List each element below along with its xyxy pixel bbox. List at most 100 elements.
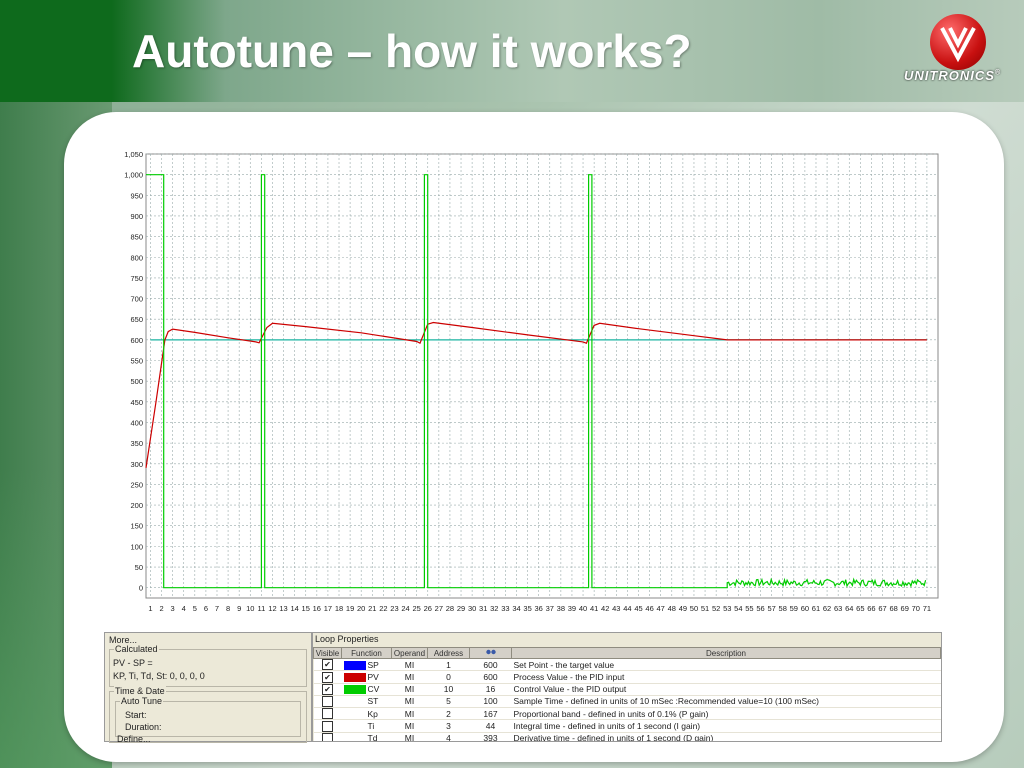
x-tick-label: 55 bbox=[745, 604, 753, 613]
y-tick-label: 500 bbox=[130, 377, 143, 386]
x-tick-label: 37 bbox=[546, 604, 554, 613]
x-tick-label: 10 bbox=[246, 604, 254, 613]
more-panel: More... Calculated PV - SP = KP, Ti, Td,… bbox=[104, 632, 312, 744]
col-address[interactable]: Address bbox=[427, 647, 470, 659]
series-color-swatch bbox=[344, 710, 366, 719]
col-function[interactable]: Function bbox=[341, 647, 392, 659]
y-tick-label: 950 bbox=[130, 191, 143, 200]
y-tick-label: 650 bbox=[130, 315, 143, 324]
function-cell: Kp bbox=[341, 707, 392, 721]
description-cell: Proportional band - defined in units of … bbox=[511, 707, 941, 721]
y-tick-label: 750 bbox=[130, 274, 143, 283]
y-tick-label: 400 bbox=[130, 418, 143, 427]
function-name: CV bbox=[367, 684, 380, 694]
address-cell[interactable]: 0 bbox=[427, 670, 470, 684]
x-tick-label: 53 bbox=[723, 604, 731, 613]
y-tick-label: 300 bbox=[130, 460, 143, 469]
loop-table-header: Visible Function Operand Address Descrip… bbox=[313, 647, 941, 659]
x-tick-label: 7 bbox=[215, 604, 219, 613]
x-tick-label: 5 bbox=[193, 604, 197, 613]
x-tick-label: 63 bbox=[834, 604, 842, 613]
x-tick-label: 20 bbox=[357, 604, 365, 613]
col-operand[interactable]: Operand bbox=[391, 647, 428, 659]
loop-properties-header: Loop Properties bbox=[315, 634, 379, 644]
x-tick-label: 43 bbox=[612, 604, 620, 613]
visible-checkbox[interactable]: ✔ bbox=[322, 683, 333, 695]
visible-checkbox[interactable] bbox=[322, 732, 333, 741]
define-label[interactable]: Define... bbox=[117, 734, 151, 744]
loop-table-row[interactable]: ✔ SP MI 1 600 Set Point - the target value bbox=[313, 658, 941, 672]
visible-checkbox[interactable]: ✔ bbox=[322, 659, 333, 670]
visible-checkbox[interactable] bbox=[322, 720, 333, 731]
y-tick-label: 150 bbox=[130, 522, 143, 531]
logo-text: UNITRONICS® bbox=[904, 68, 1002, 83]
visible-checkbox[interactable]: ✔ bbox=[322, 671, 333, 682]
loop-table-row[interactable]: ✔ PV MI 0 600 Process Value - the PID input bbox=[313, 670, 941, 684]
pid-trend-chart: 0501001502002503003504004505005506006507… bbox=[118, 136, 940, 626]
x-tick-label: 57 bbox=[767, 604, 775, 613]
loop-table-row[interactable]: Kp MI 2 167 Proportional band - defined in u… bbox=[313, 707, 941, 721]
loop-table-row[interactable]: Td MI 4 393 Derivative time - defined in uni… bbox=[313, 732, 941, 741]
series-color-swatch bbox=[344, 722, 366, 731]
y-tick-label: 200 bbox=[130, 501, 143, 510]
address-cell[interactable]: 10 bbox=[427, 683, 470, 696]
loop-properties-table: Visible Function Operand Address Descrip… bbox=[313, 647, 941, 741]
calculated-group: Calculated bbox=[109, 644, 307, 687]
y-tick-label: 800 bbox=[130, 253, 143, 262]
description-cell: Set Point - the target value bbox=[511, 658, 941, 672]
y-tick-label: 600 bbox=[130, 336, 143, 345]
x-tick-label: 59 bbox=[790, 604, 798, 613]
loop-table-row[interactable]: ✔ CV MI 10 16 Control Value - the PID output bbox=[313, 683, 941, 696]
function-cell: PV bbox=[341, 670, 392, 684]
x-tick-label: 4 bbox=[182, 604, 186, 613]
loop-table-row[interactable]: ST MI 5 100 Sample Time - defined in units o… bbox=[313, 695, 941, 709]
x-tick-label: 46 bbox=[645, 604, 653, 613]
loop-properties-panel: Loop Properties Visible Function Operand… bbox=[312, 632, 942, 742]
address-cell[interactable]: 1 bbox=[427, 658, 470, 672]
y-tick-label: 0 bbox=[139, 584, 143, 593]
x-tick-label: 65 bbox=[856, 604, 864, 613]
value-cell: 600 bbox=[469, 670, 512, 684]
y-tick-label: 700 bbox=[130, 295, 143, 304]
col-visible[interactable]: Visible bbox=[313, 647, 342, 659]
col-description[interactable]: Description bbox=[511, 647, 941, 659]
series-color-swatch bbox=[344, 734, 366, 741]
visible-checkbox[interactable] bbox=[322, 696, 333, 707]
title-green-block bbox=[0, 0, 112, 102]
y-tick-label: 900 bbox=[130, 212, 143, 221]
x-tick-label: 12 bbox=[268, 604, 276, 613]
x-tick-label: 50 bbox=[690, 604, 698, 613]
x-tick-label: 38 bbox=[557, 604, 565, 613]
col-value-icon[interactable] bbox=[469, 647, 512, 659]
x-tick-label: 8 bbox=[226, 604, 230, 613]
function-cell: ST bbox=[341, 695, 392, 709]
visible-cell bbox=[313, 707, 342, 721]
x-tick-label: 31 bbox=[479, 604, 487, 613]
x-tick-label: 2 bbox=[159, 604, 163, 613]
x-tick-label: 34 bbox=[512, 604, 520, 613]
x-tick-label: 13 bbox=[279, 604, 287, 613]
x-tick-label: 29 bbox=[457, 604, 465, 613]
address-cell[interactable]: 2 bbox=[427, 707, 470, 721]
loop-table-row[interactable]: Ti MI 3 44 Integral time - defined in units … bbox=[313, 719, 941, 733]
function-name: Kp bbox=[367, 708, 378, 719]
address-cell[interactable]: 3 bbox=[427, 719, 470, 733]
x-tick-label: 54 bbox=[734, 604, 742, 613]
visible-checkbox[interactable] bbox=[322, 708, 333, 719]
value-cell: 100 bbox=[469, 695, 512, 709]
description-cell: Integral time - defined in units of 1 se… bbox=[511, 719, 941, 733]
y-tick-label: 550 bbox=[130, 357, 143, 366]
glasses-icon bbox=[485, 649, 496, 655]
x-tick-label: 17 bbox=[324, 604, 332, 613]
x-tick-label: 18 bbox=[335, 604, 343, 613]
function-name: Ti bbox=[367, 720, 375, 731]
calculated-label: Calculated bbox=[114, 644, 159, 654]
x-tick-label: 21 bbox=[368, 604, 376, 613]
address-cell[interactable]: 4 bbox=[427, 732, 470, 741]
x-tick-label: 48 bbox=[668, 604, 676, 613]
address-cell[interactable]: 5 bbox=[427, 695, 470, 709]
x-tick-label: 64 bbox=[845, 604, 853, 613]
operand-cell: MI bbox=[391, 658, 428, 672]
series-color-swatch bbox=[344, 698, 366, 707]
x-tick-label: 15 bbox=[302, 604, 310, 613]
